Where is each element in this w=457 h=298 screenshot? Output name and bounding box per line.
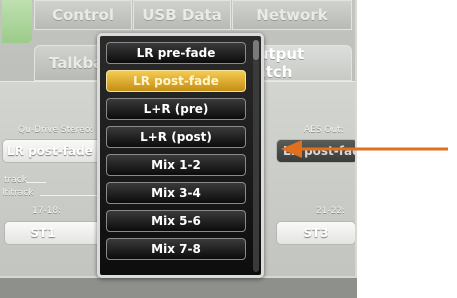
annotation-arrow-head-icon <box>281 140 302 158</box>
annotation-overlay <box>281 140 448 158</box>
